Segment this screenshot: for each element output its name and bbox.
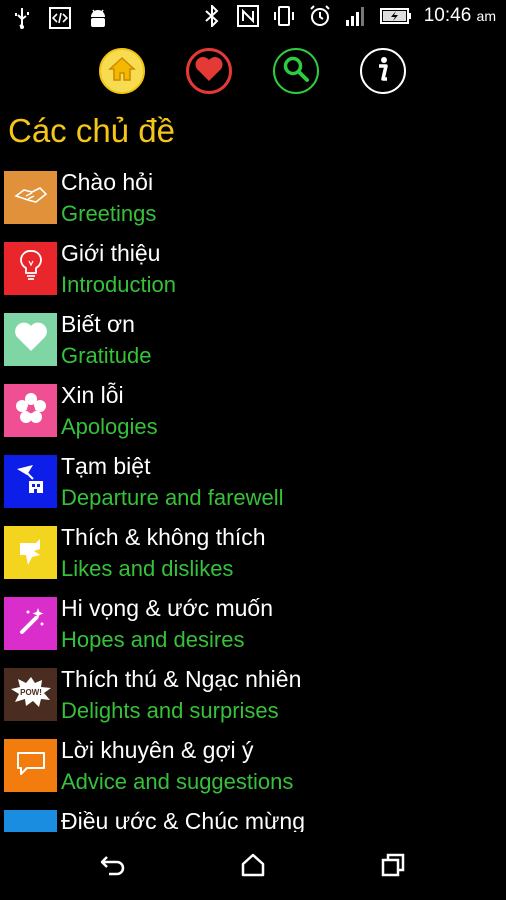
topic-tile: POW! — [4, 668, 57, 721]
topic-tile — [4, 739, 57, 792]
recents-button[interactable] — [371, 845, 415, 889]
topic-item-likes[interactable]: Thích & không thích Likes and dislikes — [0, 522, 506, 593]
info-button[interactable] — [360, 48, 406, 94]
topic-item-advice[interactable]: Lời khuyên & gợi ý Advice and suggestion… — [0, 735, 506, 806]
topic-title-vi: Xin lỗi — [61, 382, 124, 408]
topic-title-en: Departure and farewell — [61, 485, 284, 510]
topic-title-en: Greetings — [61, 201, 157, 226]
topic-tile — [4, 597, 57, 650]
topic-title-en: Introduction — [61, 272, 176, 297]
topic-title-en: Hopes and desires — [61, 627, 245, 652]
topic-title-vi: Hi vọng & ước muốn — [61, 595, 274, 621]
back-button[interactable] — [91, 845, 135, 889]
topic-title-vi: Tạm biệt — [61, 453, 151, 479]
heart-icon — [14, 322, 48, 357]
topic-item-hopes[interactable]: Hi vọng & ước muốn Hopes and desires — [0, 593, 506, 664]
topic-tile — [4, 455, 57, 508]
departure-icon — [13, 461, 49, 502]
alarm-icon — [308, 4, 332, 28]
navigation-bar — [0, 835, 506, 900]
topic-item-greetings[interactable]: Chào hỏi Greetings — [0, 167, 506, 238]
topic-title-vi: Giới thiệu — [61, 240, 161, 266]
topic-title-en: Advice and suggestions — [61, 769, 294, 794]
back-icon — [99, 853, 127, 882]
topic-tile — [4, 313, 57, 366]
flower-icon — [14, 391, 48, 430]
topic-title-en: Apologies — [61, 414, 158, 439]
nfc-icon — [236, 4, 260, 28]
home-button[interactable] — [99, 48, 145, 94]
search-icon — [282, 55, 310, 88]
pow-icon: POW! — [9, 676, 53, 713]
search-button[interactable] — [273, 48, 319, 94]
topic-title-vi: Thích thú & Ngạc nhiên — [61, 666, 302, 692]
signal-icon — [344, 4, 368, 28]
usb-icon — [10, 6, 34, 30]
wishes-icon — [14, 817, 48, 832]
topic-list[interactable]: Chào hỏi Greetings Giới thiệu Introducti… — [0, 167, 506, 832]
lightbulb-icon — [19, 249, 43, 288]
heart-icon — [194, 56, 224, 87]
vibrate-icon — [272, 4, 296, 28]
topic-title-vi: Biết ơn — [61, 311, 135, 337]
topic-title-vi: Thích & không thích — [61, 524, 266, 550]
topic-tile — [4, 242, 57, 295]
topic-title-vi: Chào hỏi — [61, 169, 154, 195]
home-icon — [240, 853, 266, 882]
nav-home-button[interactable] — [231, 845, 275, 889]
page-title: Các chủ đề — [8, 112, 175, 149]
topic-item-departure[interactable]: Tạm biệt Departure and farewell — [0, 451, 506, 522]
svg-text:POW!: POW! — [20, 688, 42, 697]
topic-title-vi: Lời khuyên & gợi ý — [61, 737, 254, 763]
likes-icon — [14, 533, 48, 572]
android-icon — [86, 6, 110, 30]
topic-item-wishes[interactable]: Điều ước & Chúc mừng — [0, 806, 506, 832]
topic-title-vi: Điều ước & Chúc mừng — [61, 808, 306, 832]
topic-title-en: Likes and dislikes — [61, 556, 234, 581]
info-icon — [370, 55, 396, 88]
battery-charging-icon — [379, 4, 412, 28]
topic-tile — [4, 384, 57, 437]
topic-item-apologies[interactable]: Xin lỗi Apologies — [0, 380, 506, 451]
home-icon — [108, 56, 136, 87]
favorites-button[interactable] — [186, 48, 232, 94]
topic-title-en: Gratitude — [61, 343, 152, 368]
topic-title-en: Delights and surprises — [61, 698, 279, 723]
topic-tile — [4, 171, 57, 224]
clock: 10:46 am — [423, 5, 496, 26]
code-icon — [48, 6, 72, 30]
topic-tile — [4, 526, 57, 579]
speech-bubble-icon — [15, 749, 47, 782]
topic-item-introduction[interactable]: Giới thiệu Introduction — [0, 238, 506, 309]
status-bar: 10:46 am — [0, 0, 506, 36]
topic-item-gratitude[interactable]: Biết ơn Gratitude — [0, 309, 506, 380]
bluetooth-icon — [200, 4, 224, 28]
top-toolbar — [0, 48, 506, 98]
handshake-icon — [13, 184, 48, 211]
recents-icon — [380, 853, 406, 882]
magic-wand-icon — [14, 604, 48, 643]
topic-item-delights[interactable]: POW! Thích thú & Ngạc nhiên Delights and… — [0, 664, 506, 735]
topic-tile — [4, 810, 57, 832]
